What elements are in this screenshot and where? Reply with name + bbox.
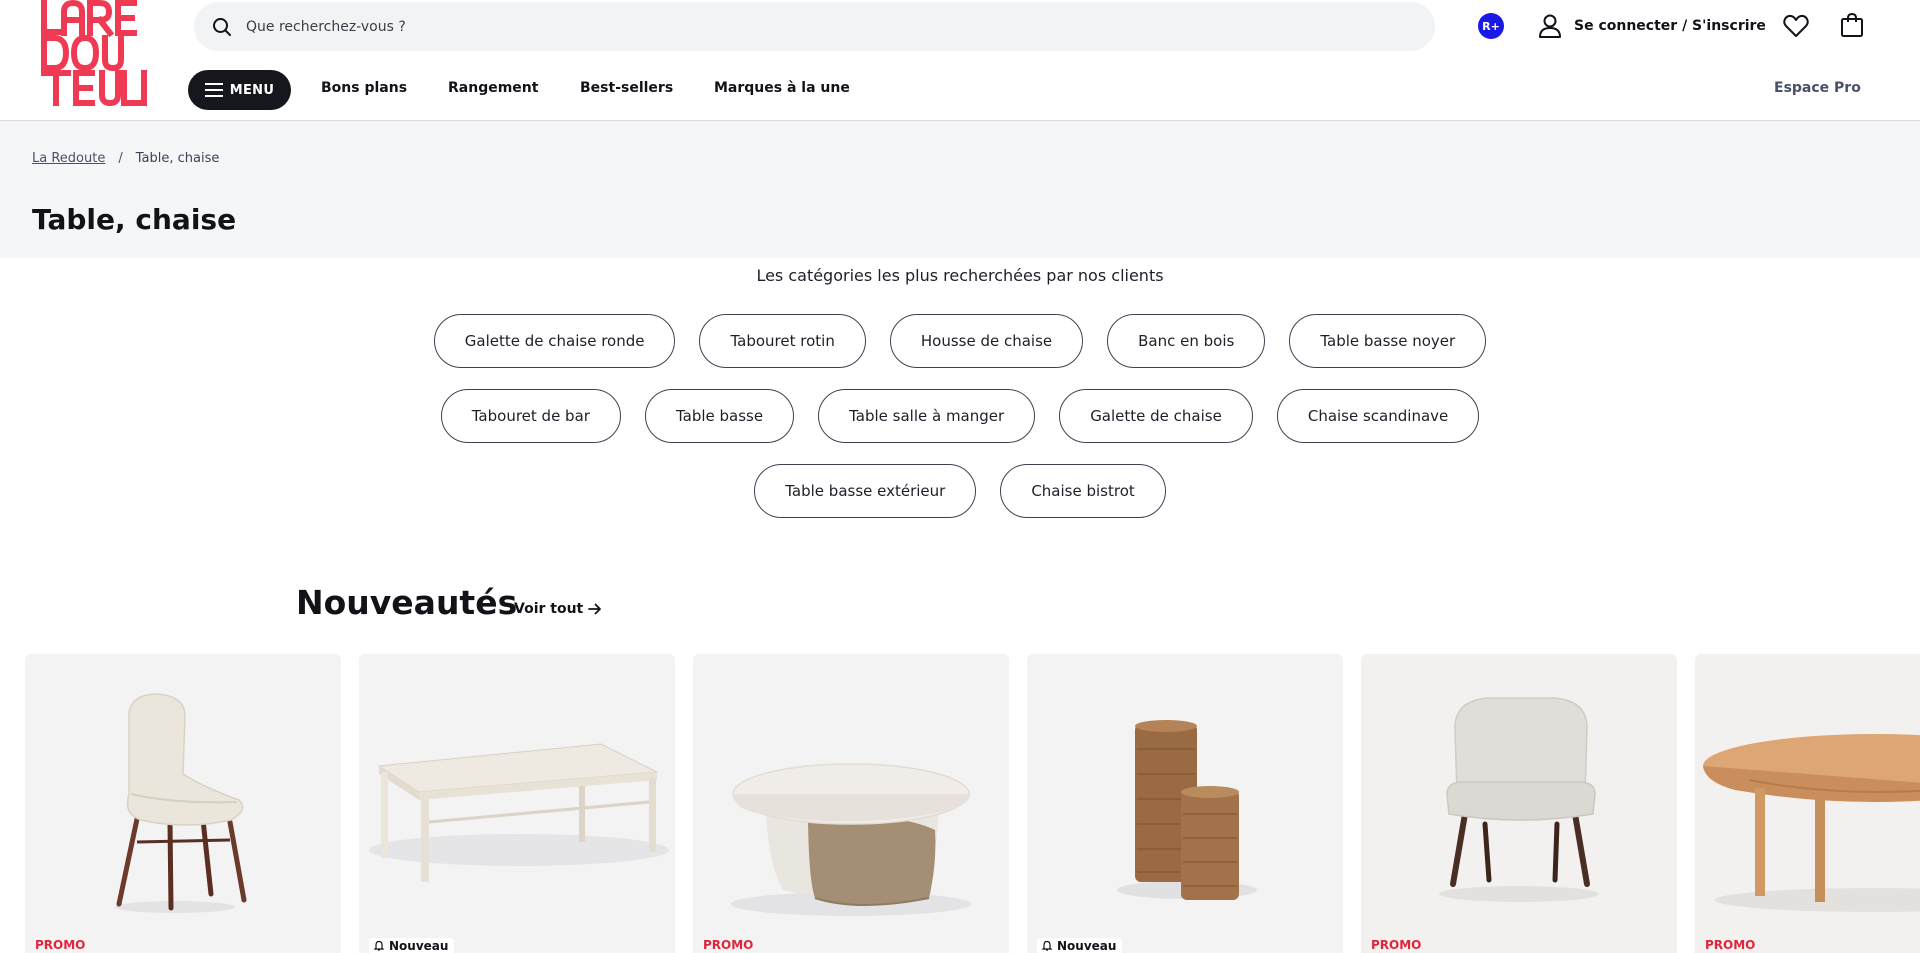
- chip-banc-bois[interactable]: Banc en bois: [1107, 314, 1266, 368]
- new-badge: Nouveau: [1037, 938, 1123, 953]
- rattan-stools-image: [1117, 720, 1257, 900]
- new-badge: Nouveau: [369, 938, 455, 953]
- account-label: Se connecter / S'inscrire: [1574, 18, 1766, 34]
- category-chips-row: Table basse extérieur Chaise bistrot: [0, 464, 1920, 518]
- breadcrumb: La Redoute / Table, chaise: [32, 151, 219, 166]
- search-icon: [213, 17, 231, 36]
- chip-galette-chaise-ronde[interactable]: Galette de chaise ronde: [433, 314, 676, 368]
- page-title: Table, chaise: [32, 203, 237, 236]
- account-link[interactable]: Se connecter / S'inscrire: [1536, 12, 1766, 40]
- product-card[interactable]: Nouveau: [359, 654, 675, 953]
- nav-link-best-sellers[interactable]: Best-sellers: [580, 80, 673, 96]
- menu-label: MENU: [229, 82, 275, 98]
- chip-chaise-scandinave[interactable]: Chaise scandinave: [1276, 389, 1480, 443]
- user-icon: [1539, 14, 1561, 38]
- nav-link-bons-plans[interactable]: Bons plans: [321, 80, 407, 96]
- category-header-band: [0, 121, 1920, 258]
- chip-housse-chaise[interactable]: Housse de chaise: [889, 314, 1084, 368]
- hamburger-icon: [204, 83, 223, 97]
- rplus-badge[interactable]: R+: [1478, 13, 1504, 39]
- la-redoute-logo[interactable]: [40, 0, 150, 106]
- breadcrumb-separator: /: [118, 151, 123, 166]
- chip-table-basse[interactable]: Table basse: [644, 389, 795, 443]
- see-all-label: Voir tout: [514, 601, 584, 617]
- bouclette-chair-image: [115, 693, 247, 913]
- heart-icon[interactable]: [1782, 12, 1810, 40]
- chip-tabouret-rotin[interactable]: Tabouret rotin: [699, 314, 866, 368]
- arrow-right-icon: [588, 603, 602, 615]
- nav-link-marques[interactable]: Marques à la une: [714, 80, 850, 96]
- espace-pro-link[interactable]: Espace Pro: [1774, 80, 1861, 96]
- sparkle-bell-icon: [373, 940, 385, 951]
- chip-tabouret-bar[interactable]: Tabouret de bar: [440, 389, 621, 443]
- search-bar[interactable]: [194, 2, 1435, 51]
- white-table-image: [369, 743, 669, 882]
- menu-button[interactable]: MENU: [188, 70, 291, 110]
- chip-table-basse-exterieur[interactable]: Table basse extérieur: [754, 464, 977, 518]
- see-all-link[interactable]: Voir tout: [514, 601, 602, 617]
- new-badge-label: Nouveau: [389, 939, 449, 953]
- category-chips-row: Tabouret de bar Table basse Table salle …: [0, 389, 1920, 443]
- breadcrumb-home[interactable]: La Redoute: [32, 151, 105, 166]
- product-card[interactable]: Nouveau: [1027, 654, 1343, 953]
- round-wood-table-image: [1703, 734, 1920, 912]
- product-card[interactable]: PROMO: [693, 654, 1009, 953]
- chip-chaise-bistrot[interactable]: Chaise bistrot: [1000, 464, 1166, 518]
- promo-badge: PROMO: [35, 938, 86, 952]
- promo-badge: PROMO: [703, 938, 754, 952]
- product-card[interactable]: PROMO: [25, 654, 341, 953]
- popular-categories-title: Les catégories les plus recherchées par …: [756, 266, 1164, 285]
- product-card[interactable]: PROMO: [1695, 654, 1920, 953]
- new-badge-label: Nouveau: [1057, 939, 1117, 953]
- sparkle-bell-icon: [1041, 940, 1053, 951]
- round-coffee-table-image: [731, 763, 971, 916]
- nav-link-rangement[interactable]: Rangement: [448, 80, 538, 96]
- search-input[interactable]: [246, 18, 1146, 35]
- chip-galette-chaise[interactable]: Galette de chaise: [1059, 389, 1253, 443]
- new-arrivals-title: Nouveautés: [296, 583, 518, 622]
- chip-table-salle-manger[interactable]: Table salle à manger: [818, 389, 1036, 443]
- site-header: R+ Se connecter / S'inscrire MENU Bons p…: [0, 0, 1920, 121]
- rplus-label: R+: [1482, 19, 1500, 33]
- product-card[interactable]: PROMO: [1361, 654, 1677, 953]
- category-chips-row: Galette de chaise ronde Tabouret rotin H…: [0, 314, 1920, 368]
- promo-badge: PROMO: [1705, 938, 1756, 952]
- breadcrumb-current: Table, chaise: [135, 151, 220, 166]
- upholstered-chair-image: [1439, 697, 1599, 902]
- product-carousel: PROMO Nouveau PROMO Nouveau PROMO PROMO: [25, 654, 1920, 953]
- shopping-bag-icon[interactable]: [1838, 11, 1866, 39]
- promo-badge: PROMO: [1371, 938, 1422, 952]
- chip-table-basse-noyer[interactable]: Table basse noyer: [1289, 314, 1487, 368]
